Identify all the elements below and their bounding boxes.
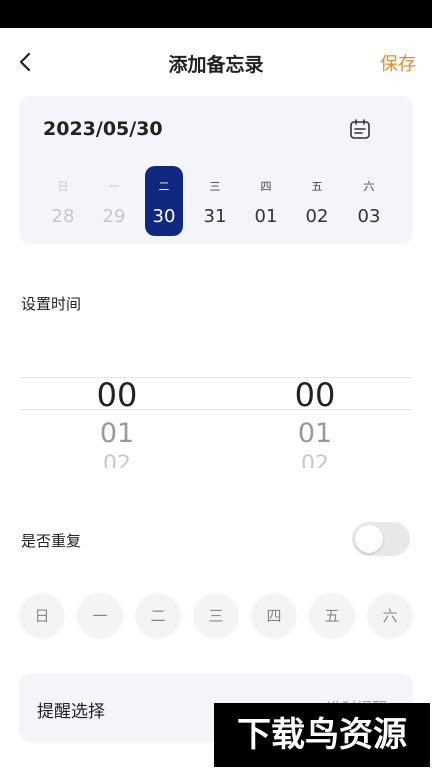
day-item[interactable]: 六 03 <box>350 166 388 236</box>
repeat-day-button[interactable]: 日 <box>19 593 65 639</box>
repeat-day-button[interactable]: 二 <box>135 593 181 639</box>
page-title: 添加备忘录 <box>168 54 264 76</box>
day-weekday: 一 <box>108 180 120 193</box>
minute-selected: 00 <box>294 376 336 414</box>
calendar-icon <box>350 119 370 139</box>
calendar-button[interactable] <box>349 118 371 140</box>
day-weekday: 日 <box>57 180 69 193</box>
reminder-label: 提醒选择 <box>37 702 105 722</box>
repeat-day-selector: 日 一 二 三 四 五 六 <box>19 593 413 639</box>
day-item[interactable]: 日 28 <box>44 166 82 236</box>
time-section-label: 设置时间 <box>21 295 82 313</box>
minute-option: 02 <box>301 452 329 468</box>
toggle-knob <box>355 525 383 553</box>
day-date: 30 <box>152 206 176 227</box>
time-picker[interactable]: 00 01 02 00 01 02 <box>19 376 413 476</box>
hour-selected: 00 <box>96 376 138 414</box>
header: 添加备忘录 保存 <box>0 28 432 98</box>
repeat-day-button[interactable]: 三 <box>193 593 239 639</box>
save-button[interactable]: 保存 <box>380 50 416 76</box>
day-item[interactable]: 四 01 <box>247 166 285 236</box>
hour-option: 02 <box>103 452 131 468</box>
status-bar <box>0 0 432 28</box>
selected-date: 2023/05/30 <box>43 118 163 140</box>
repeat-day-button[interactable]: 五 <box>309 593 355 639</box>
repeat-day-button[interactable]: 一 <box>77 593 123 639</box>
day-item-selected[interactable]: 二 30 <box>145 166 183 236</box>
hour-option: 01 <box>99 418 135 449</box>
minute-option: 01 <box>297 418 333 449</box>
day-weekday: 三 <box>209 180 221 193</box>
day-weekday: 二 <box>158 180 170 193</box>
week-strip: 日 28 一 29 二 30 三 31 四 01 五 02 六 03 <box>44 166 394 236</box>
day-date: 01 <box>254 206 278 227</box>
day-date: 31 <box>203 206 227 227</box>
day-date: 02 <box>305 206 329 227</box>
day-item[interactable]: 一 29 <box>95 166 133 236</box>
repeat-day-button[interactable]: 六 <box>367 593 413 639</box>
day-weekday: 五 <box>311 180 323 193</box>
repeat-label: 是否重复 <box>21 532 82 550</box>
day-date: 29 <box>102 206 126 227</box>
day-item[interactable]: 五 02 <box>298 166 336 236</box>
repeat-toggle[interactable] <box>352 522 410 556</box>
day-weekday: 四 <box>260 180 272 193</box>
day-date: 03 <box>357 206 381 227</box>
watermark-logo: 下载鸟资源 <box>214 703 430 767</box>
day-item[interactable]: 三 31 <box>196 166 234 236</box>
date-card: 2023/05/30 日 28 一 29 二 30 三 31 四 01 五 02… <box>19 96 413 244</box>
day-date: 28 <box>51 206 75 227</box>
repeat-day-button[interactable]: 四 <box>251 593 297 639</box>
day-weekday: 六 <box>363 180 375 193</box>
